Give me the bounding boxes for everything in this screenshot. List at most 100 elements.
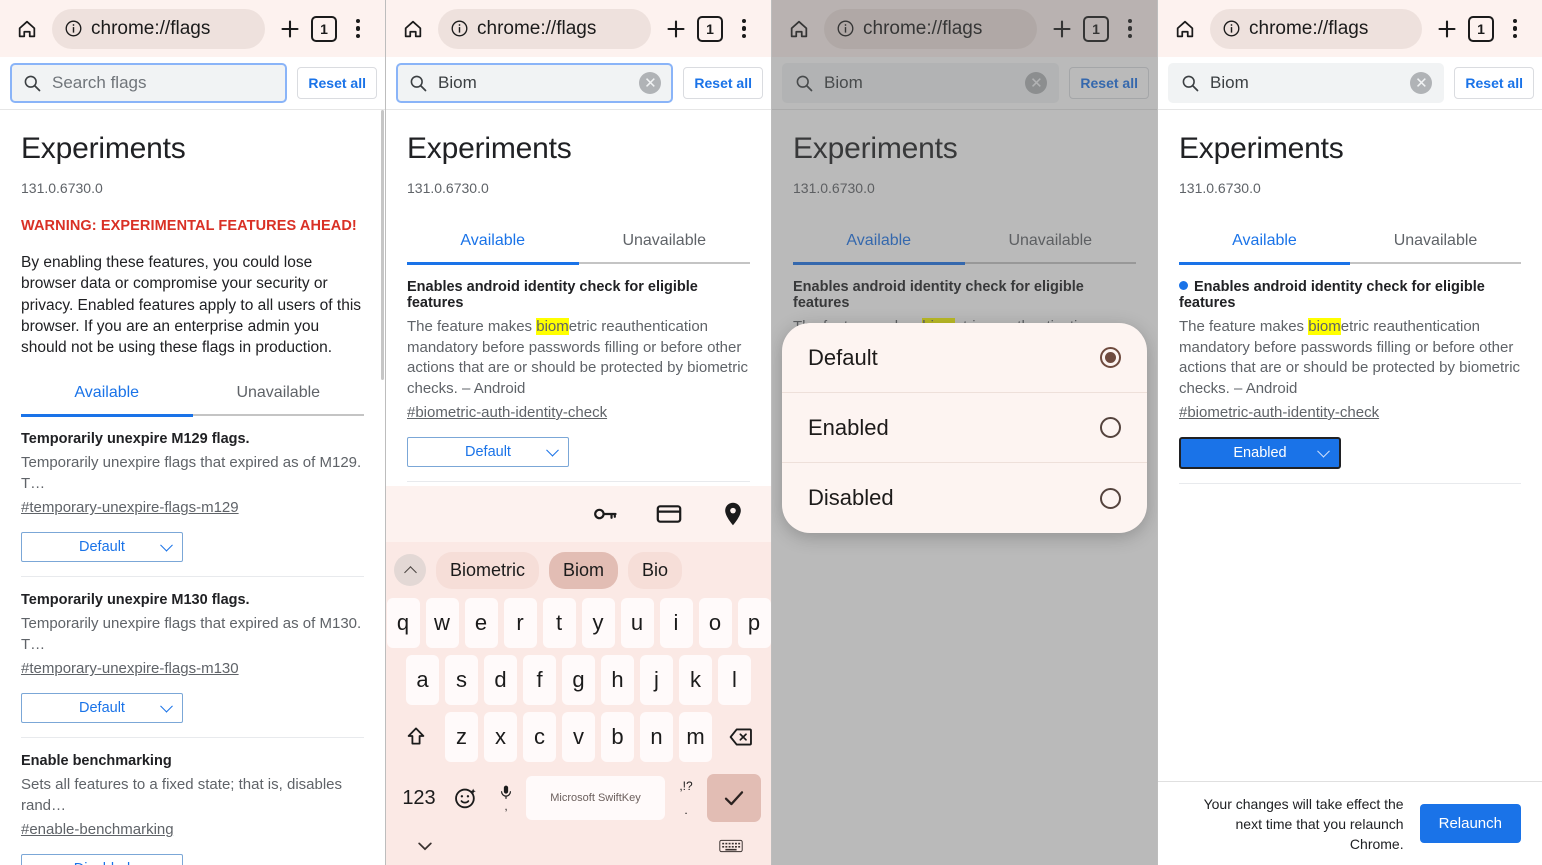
info-circle-icon xyxy=(1223,20,1240,37)
space-key[interactable]: Microsoft SwiftKey xyxy=(526,776,665,820)
suggestion-chip[interactable]: Biometric xyxy=(436,551,540,589)
scrollbar[interactable] xyxy=(381,110,384,380)
key-m[interactable]: m xyxy=(679,712,712,762)
flag-state-select[interactable]: Default xyxy=(407,437,569,467)
omnibox[interactable]: chrome://flags xyxy=(52,8,265,49)
key-z[interactable]: z xyxy=(445,712,478,762)
key-v[interactable]: v xyxy=(562,712,595,762)
numbers-key[interactable]: 123 xyxy=(396,787,442,810)
emoji-icon[interactable] xyxy=(446,785,486,811)
key-a[interactable]: a xyxy=(406,655,439,705)
flag-title: Temporarily unexpire M130 flags. xyxy=(21,592,250,609)
plus-icon[interactable] xyxy=(1430,12,1464,46)
reset-all-button[interactable]: Reset all xyxy=(1454,67,1534,99)
key-k[interactable]: k xyxy=(679,655,712,705)
tab-counter-button[interactable]: 1 xyxy=(693,12,727,46)
key-l[interactable]: l xyxy=(718,655,751,705)
three-dot-menu-icon[interactable] xyxy=(341,12,375,46)
search-input[interactable]: Search flags xyxy=(10,63,288,103)
tab-unavailable[interactable]: Unavailable xyxy=(193,384,365,414)
four-panel-screenshot: chrome://flags 1 Search flags Reset all … xyxy=(0,0,1542,865)
search-row: Biom ✕ Reset all xyxy=(1158,57,1542,109)
microphone-and-comma-key[interactable]: , xyxy=(490,783,522,813)
keyboard-rows: q w e r t y u i o p a s d f g h j k l z … xyxy=(386,598,771,762)
key-j[interactable]: j xyxy=(640,655,673,705)
key-h[interactable]: h xyxy=(601,655,634,705)
dialog-option-disabled[interactable]: Disabled xyxy=(782,463,1147,533)
tab-unavailable[interactable]: Unavailable xyxy=(579,232,751,262)
radio-button[interactable] xyxy=(1100,487,1121,509)
checkmark-icon xyxy=(724,791,744,806)
search-input[interactable]: Biom ✕ xyxy=(1168,63,1445,103)
tab-available[interactable]: Available xyxy=(1179,232,1350,262)
key-d[interactable]: d xyxy=(484,655,517,705)
keyboard-icon[interactable] xyxy=(719,837,743,855)
key-p[interactable]: p xyxy=(737,598,771,648)
radio-button-selected[interactable] xyxy=(1100,347,1121,368)
reset-all-button[interactable]: Reset all xyxy=(683,67,763,99)
credit-card-icon[interactable] xyxy=(655,500,683,528)
radio-button[interactable] xyxy=(1100,417,1121,438)
key-u[interactable]: u xyxy=(620,598,654,648)
dialog-option-enabled[interactable]: Enabled xyxy=(782,393,1147,463)
shift-icon[interactable] xyxy=(393,712,439,762)
reset-all-button[interactable]: Reset all xyxy=(297,67,377,99)
suggestion-chip[interactable]: Bio xyxy=(628,551,683,589)
suggestion-chip[interactable]: Biom xyxy=(549,551,619,589)
key-e[interactable]: e xyxy=(464,598,498,648)
flag-id-link[interactable]: #biometric-auth-identity-check xyxy=(407,404,750,421)
tab-available[interactable]: Available xyxy=(21,384,193,414)
key-r[interactable]: r xyxy=(503,598,537,648)
omnibox[interactable]: chrome://flags xyxy=(438,8,651,49)
divider xyxy=(0,109,385,110)
three-dot-menu-icon[interactable] xyxy=(727,12,761,46)
clear-circle-icon[interactable]: ✕ xyxy=(639,72,662,94)
flag-id-link[interactable]: #enable-benchmarking xyxy=(21,821,364,838)
plus-icon[interactable] xyxy=(273,12,307,46)
flag-state-select[interactable]: Disabled xyxy=(21,854,183,865)
omnibox[interactable]: chrome://flags xyxy=(1210,8,1422,49)
location-pin-icon[interactable] xyxy=(719,500,747,528)
keyboard-row-3: z x c v b n m xyxy=(389,712,768,762)
plus-icon[interactable] xyxy=(659,12,693,46)
chevron-down-icon[interactable] xyxy=(414,835,436,857)
flag-id-link[interactable]: #temporary-unexpire-flags-m129 xyxy=(21,499,364,516)
key-f[interactable]: f xyxy=(523,655,556,705)
backspace-icon[interactable] xyxy=(718,712,764,762)
search-highlight: biom xyxy=(536,318,569,335)
flag-state-select[interactable]: Enabled xyxy=(1179,437,1341,469)
tab-counter-button[interactable]: 1 xyxy=(307,12,341,46)
home-icon[interactable] xyxy=(10,12,44,46)
key-icon[interactable] xyxy=(591,500,619,528)
key-q[interactable]: q xyxy=(386,598,420,648)
key-w[interactable]: w xyxy=(425,598,459,648)
key-o[interactable]: o xyxy=(698,598,732,648)
flag-id-link[interactable]: #temporary-unexpire-flags-m130 xyxy=(21,660,364,677)
enter-key[interactable] xyxy=(707,774,761,822)
key-t[interactable]: t xyxy=(542,598,576,648)
punctuation-key[interactable]: ,!? . xyxy=(669,779,703,817)
tab-counter-button[interactable]: 1 xyxy=(1464,12,1498,46)
flag-state-select[interactable]: Default xyxy=(21,532,183,563)
key-b[interactable]: b xyxy=(601,712,634,762)
key-s[interactable]: s xyxy=(445,655,478,705)
dialog-option-default[interactable]: Default xyxy=(782,323,1147,393)
key-y[interactable]: y xyxy=(581,598,615,648)
page-title: Experiments xyxy=(1179,132,1344,165)
three-dot-menu-icon[interactable] xyxy=(1498,12,1532,46)
key-g[interactable]: g xyxy=(562,655,595,705)
home-icon[interactable] xyxy=(396,12,430,46)
flag-id-link[interactable]: #biometric-auth-identity-check xyxy=(1179,404,1521,421)
relaunch-button[interactable]: Relaunch xyxy=(1419,804,1521,843)
key-n[interactable]: n xyxy=(640,712,673,762)
key-c[interactable]: c xyxy=(523,712,556,762)
chevron-up-icon[interactable] xyxy=(394,554,426,586)
search-input[interactable]: Biom ✕ xyxy=(396,63,674,103)
key-x[interactable]: x xyxy=(484,712,517,762)
home-icon[interactable] xyxy=(1168,12,1202,46)
tab-available[interactable]: Available xyxy=(407,232,579,262)
tab-unavailable[interactable]: Unavailable xyxy=(1350,232,1521,262)
flag-state-select[interactable]: Default xyxy=(21,693,183,724)
clear-circle-icon[interactable]: ✕ xyxy=(1410,72,1433,94)
key-i[interactable]: i xyxy=(659,598,693,648)
